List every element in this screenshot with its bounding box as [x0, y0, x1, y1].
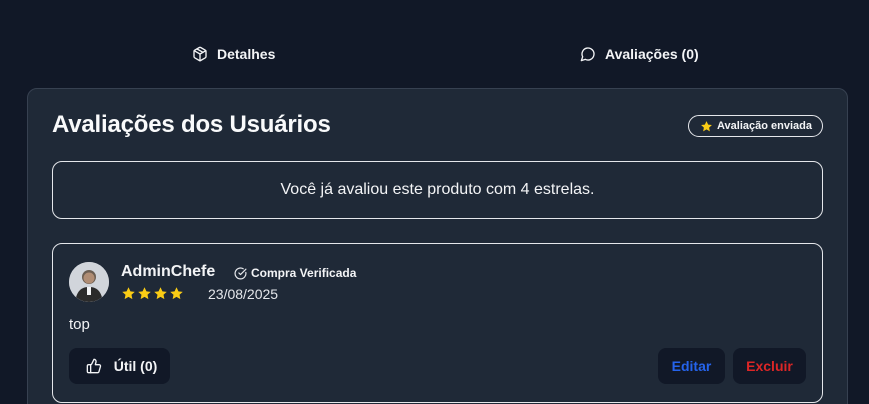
reviewer-name: AdminChefe	[121, 263, 216, 280]
tab-details[interactable]: Detalhes	[192, 44, 275, 64]
delete-button[interactable]: Excluir	[733, 348, 806, 384]
star-icon	[122, 287, 135, 300]
tab-details-label: Detalhes	[217, 46, 276, 62]
check-circle-icon	[234, 267, 247, 279]
status-badge: Avaliação enviada	[688, 115, 823, 137]
star-icon	[701, 120, 712, 131]
helpful-button[interactable]: Útil (0)	[69, 348, 170, 384]
star-icon	[138, 287, 151, 300]
avatar	[69, 262, 109, 302]
package-icon	[193, 46, 207, 62]
page-title: Avaliações dos Usuários	[52, 111, 331, 138]
tab-bar: Detalhes Avaliações (0)	[0, 0, 869, 88]
review-text: top	[69, 316, 90, 333]
review-date: 23/08/2025	[208, 286, 279, 302]
verified-purchase-badge: Compra Verificada	[234, 264, 356, 282]
tab-reviews-label: Avaliações (0)	[605, 46, 699, 62]
already-reviewed-notice: Você já avaliou este produto com 4 estre…	[52, 161, 823, 219]
helpful-label: Útil (0)	[113, 358, 158, 374]
tab-reviews[interactable]: Avaliações (0)	[580, 44, 699, 64]
reviews-card: Avaliações dos Usuários Avaliação enviad…	[27, 88, 848, 404]
thumbs-up-icon	[86, 358, 101, 374]
user-photo	[69, 262, 109, 302]
status-badge-label: Avaliação enviada	[717, 120, 812, 132]
edit-button[interactable]: Editar	[658, 348, 725, 384]
verified-label: Compra Verificada	[251, 266, 357, 280]
star-icon	[154, 287, 167, 300]
review-item: AdminChefe Compra Verificada 23/08/2025 …	[52, 243, 823, 403]
star-icon	[170, 287, 183, 300]
message-circle-icon	[580, 47, 595, 62]
notice-text: Você já avaliou este produto com 4 estre…	[280, 181, 595, 198]
rating-stars	[121, 286, 184, 301]
